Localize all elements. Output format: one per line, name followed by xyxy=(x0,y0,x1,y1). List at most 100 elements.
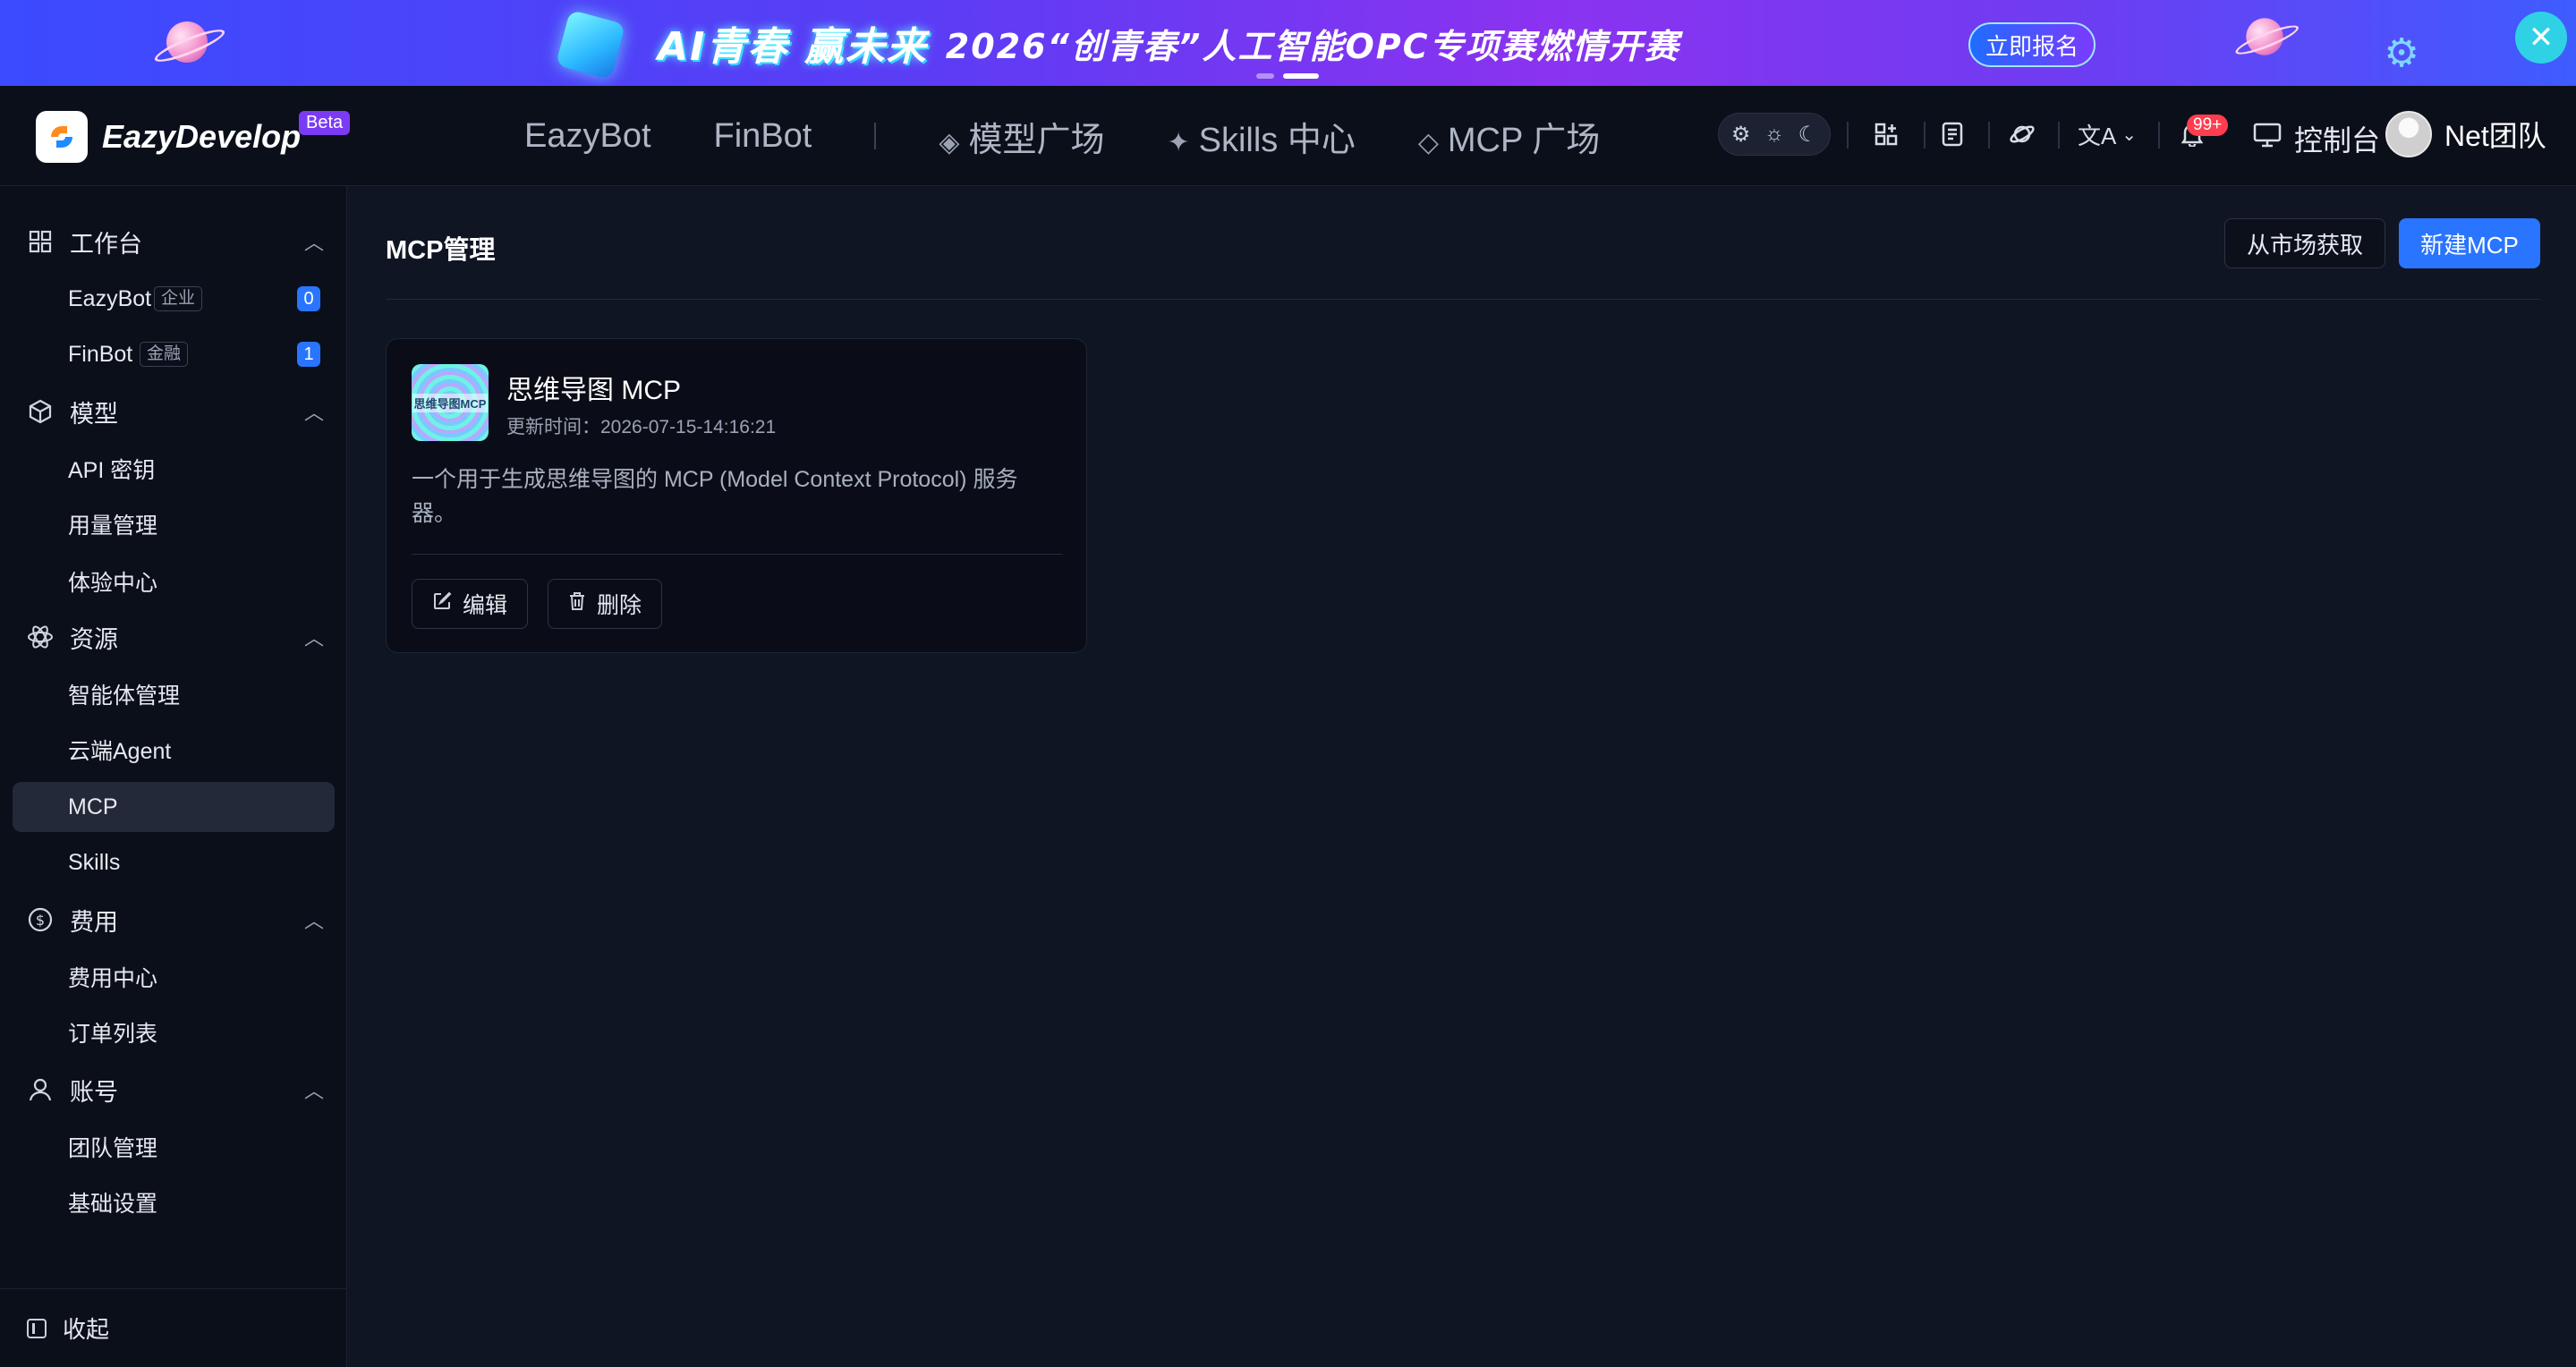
nav-link-mcp-market[interactable]: ◇ MCP 广场 xyxy=(1418,112,1600,161)
chevron-up-icon: ︿ xyxy=(304,402,325,424)
page-title: MCP管理 xyxy=(386,236,496,265)
sidebar-group-account[interactable]: 账号 ︿ xyxy=(0,1065,347,1115)
mcp-card[interactable]: 思维导图MCP 思维导图 MCP 更新时间：2026-07-15-14:16:2… xyxy=(386,338,1087,653)
brand-logo[interactable]: EazyDevelop Beta xyxy=(36,111,351,163)
sidebar-item-cloud-agent[interactable]: 云端Agent xyxy=(13,725,335,775)
nav-link-skills[interactable]: ✦ Skills 中心 xyxy=(1167,112,1355,161)
sidebar-item-settings[interactable]: 基础设置 xyxy=(13,1177,335,1227)
sidebar-item-mcp[interactable]: MCP xyxy=(13,782,335,832)
nav-link-model-market[interactable]: ◈ 模型广场 xyxy=(939,112,1104,161)
sidebar-item-label: 订单列表 xyxy=(68,1022,158,1047)
carousel-dot[interactable] xyxy=(1256,73,1274,79)
sidebar-group-label: 模型 xyxy=(70,400,118,428)
nav-link-finbot[interactable]: FinBot xyxy=(714,117,812,156)
moon-icon[interactable]: ☾ xyxy=(1798,122,1818,148)
sidebar-item-billing-center[interactable]: 费用中心 xyxy=(13,952,335,1002)
top-navigation: EazyDevelop Beta EazyBot FinBot ◈ 模型广场 ✦ S… xyxy=(0,86,2576,186)
nav-link-label: 模型广场 xyxy=(968,121,1105,159)
sidebar-item-agents[interactable]: 智能体管理 xyxy=(13,669,335,719)
theme-switcher: ⚙ ☼ ☾ xyxy=(1718,113,1831,156)
nav-link-label: MCP 广场 xyxy=(1447,121,1601,159)
mcp-card-description: 一个用于生成思维导图的 MCP (Model Context Protocol)… xyxy=(412,467,1018,526)
nav-link-label: Skills 中心 xyxy=(1198,121,1356,159)
sidebar-item-label: 体验中心 xyxy=(68,571,158,596)
close-icon[interactable]: ✕ xyxy=(2515,12,2567,64)
diamond-outline-icon: ◇ xyxy=(1417,127,1439,157)
collapse-icon xyxy=(27,1318,47,1338)
sidebar-item-label: FinBot xyxy=(68,341,133,367)
dollar-icon: $ xyxy=(27,906,54,933)
edit-icon xyxy=(432,591,452,616)
sidebar-group-workbench[interactable]: 工作台 ︿ xyxy=(0,217,347,267)
banner-headline: AI青春 赢未来 2026“创青春”人工智能OPC专项赛燃情开赛 xyxy=(658,16,1680,70)
toolbar-divider xyxy=(1988,122,1990,149)
nav-divider xyxy=(874,123,877,149)
signup-button[interactable]: 立即报名 xyxy=(1968,22,2096,67)
edit-button[interactable]: 编辑 xyxy=(412,579,529,629)
atom-icon xyxy=(27,624,54,650)
sidebar-group-resources[interactable]: 资源 ︿ xyxy=(0,612,347,662)
sidebar-item-label: 云端Agent xyxy=(68,739,172,764)
planet-icon xyxy=(166,21,208,63)
sidebar-item-label: 团队管理 xyxy=(68,1136,158,1161)
console-label: 控制台 xyxy=(2294,124,2381,157)
sidebar-item-label: 费用中心 xyxy=(68,966,158,991)
header-divider xyxy=(386,299,2540,300)
planet-orbit-icon[interactable] xyxy=(2004,116,2040,152)
get-from-market-button[interactable]: 从市场获取 xyxy=(2224,218,2385,268)
sidebar-item-experience[interactable]: 体验中心 xyxy=(13,556,335,607)
avatar xyxy=(2385,111,2432,157)
sidebar-collapse-button[interactable]: 收起 xyxy=(0,1288,347,1367)
user-name: Net团队 xyxy=(2444,120,2546,152)
console-link[interactable]: 控制台 xyxy=(2253,118,2380,159)
beta-badge: Beta xyxy=(299,111,351,135)
sidebar-item-label: Skills xyxy=(68,849,121,875)
apps-icon[interactable] xyxy=(1868,116,1904,152)
sidebar-group-label: 资源 xyxy=(70,625,118,653)
sidebar-item-team[interactable]: 团队管理 xyxy=(13,1122,335,1172)
grid-icon xyxy=(27,228,54,255)
system-theme-icon[interactable]: ⚙ xyxy=(1731,122,1751,148)
toolbar-divider xyxy=(2058,122,2060,149)
sidebar-item-skills[interactable]: Skills xyxy=(13,837,335,887)
sidebar-item-label: 用量管理 xyxy=(68,514,158,539)
edit-label: 编辑 xyxy=(463,593,508,618)
banner-headline-b: 2026“创青春”人工智能OPC专项赛燃情开赛 xyxy=(945,26,1680,66)
chevron-up-icon: ︿ xyxy=(304,627,325,650)
sidebar-item-api-key[interactable]: API 密钥 xyxy=(13,444,335,494)
sidebar-group-model[interactable]: 模型 ︿ xyxy=(0,386,347,437)
sidebar-item-orders[interactable]: 订单列表 xyxy=(13,1007,335,1057)
gear-icon: ⚙ xyxy=(2384,31,2419,75)
nav-links: EazyBot FinBot ◈ 模型广场 ✦ Skills 中心 ◇ MCP 广场 xyxy=(524,86,1662,186)
user-menu[interactable]: Net团队 xyxy=(2385,111,2546,157)
svg-text:$: $ xyxy=(36,912,45,929)
sparkle-icon: ✦ xyxy=(1167,127,1190,157)
mcp-card-title: 思维导图 MCP xyxy=(506,376,681,405)
chevron-up-icon: ︿ xyxy=(304,910,325,932)
sidebar-item-finbot[interactable]: FinBot 金融 1 xyxy=(13,329,335,379)
mcp-thumbnail: 思维导图MCP xyxy=(412,364,489,441)
language-icon[interactable]: 文A ⌄ xyxy=(2076,116,2138,152)
sidebar-group-billing[interactable]: $ 费用 ︿ xyxy=(0,895,347,945)
delete-button[interactable]: 删除 xyxy=(548,579,663,629)
chevron-down-icon: ⌄ xyxy=(2121,124,2138,145)
sun-icon[interactable]: ☼ xyxy=(1764,122,1784,147)
new-mcp-button[interactable]: 新建MCP xyxy=(2399,218,2540,268)
promo-banner[interactable]: AI青春 赢未来 2026“创青春”人工智能OPC专项赛燃情开赛 立即报名 ⚙ … xyxy=(0,0,2576,86)
nav-link-eazybot[interactable]: EazyBot xyxy=(524,117,651,156)
sidebar: 工作台 ︿ EazyBot 企业 0 FinBot 金融 1 模型 ︿ API … xyxy=(0,186,347,1367)
user-icon xyxy=(27,1076,54,1103)
sidebar-item-eazybot[interactable]: EazyBot 企业 0 xyxy=(13,274,335,324)
monitor-icon xyxy=(2253,123,2282,155)
toolbar-divider xyxy=(1847,122,1849,149)
sidebar-item-label: 基础设置 xyxy=(68,1192,158,1217)
sidebar-item-tag: 金融 xyxy=(140,342,189,367)
carousel-dot-active[interactable] xyxy=(1283,73,1319,79)
notification-badge: 99+ xyxy=(2187,115,2229,136)
sidebar-item-usage[interactable]: 用量管理 xyxy=(13,499,335,549)
trash-icon xyxy=(568,591,586,616)
mcp-thumbnail-text: 思维导图MCP xyxy=(412,393,489,412)
carousel-dots xyxy=(1256,73,1319,79)
sidebar-item-label: 智能体管理 xyxy=(68,684,181,709)
document-icon[interactable] xyxy=(1934,116,1970,152)
